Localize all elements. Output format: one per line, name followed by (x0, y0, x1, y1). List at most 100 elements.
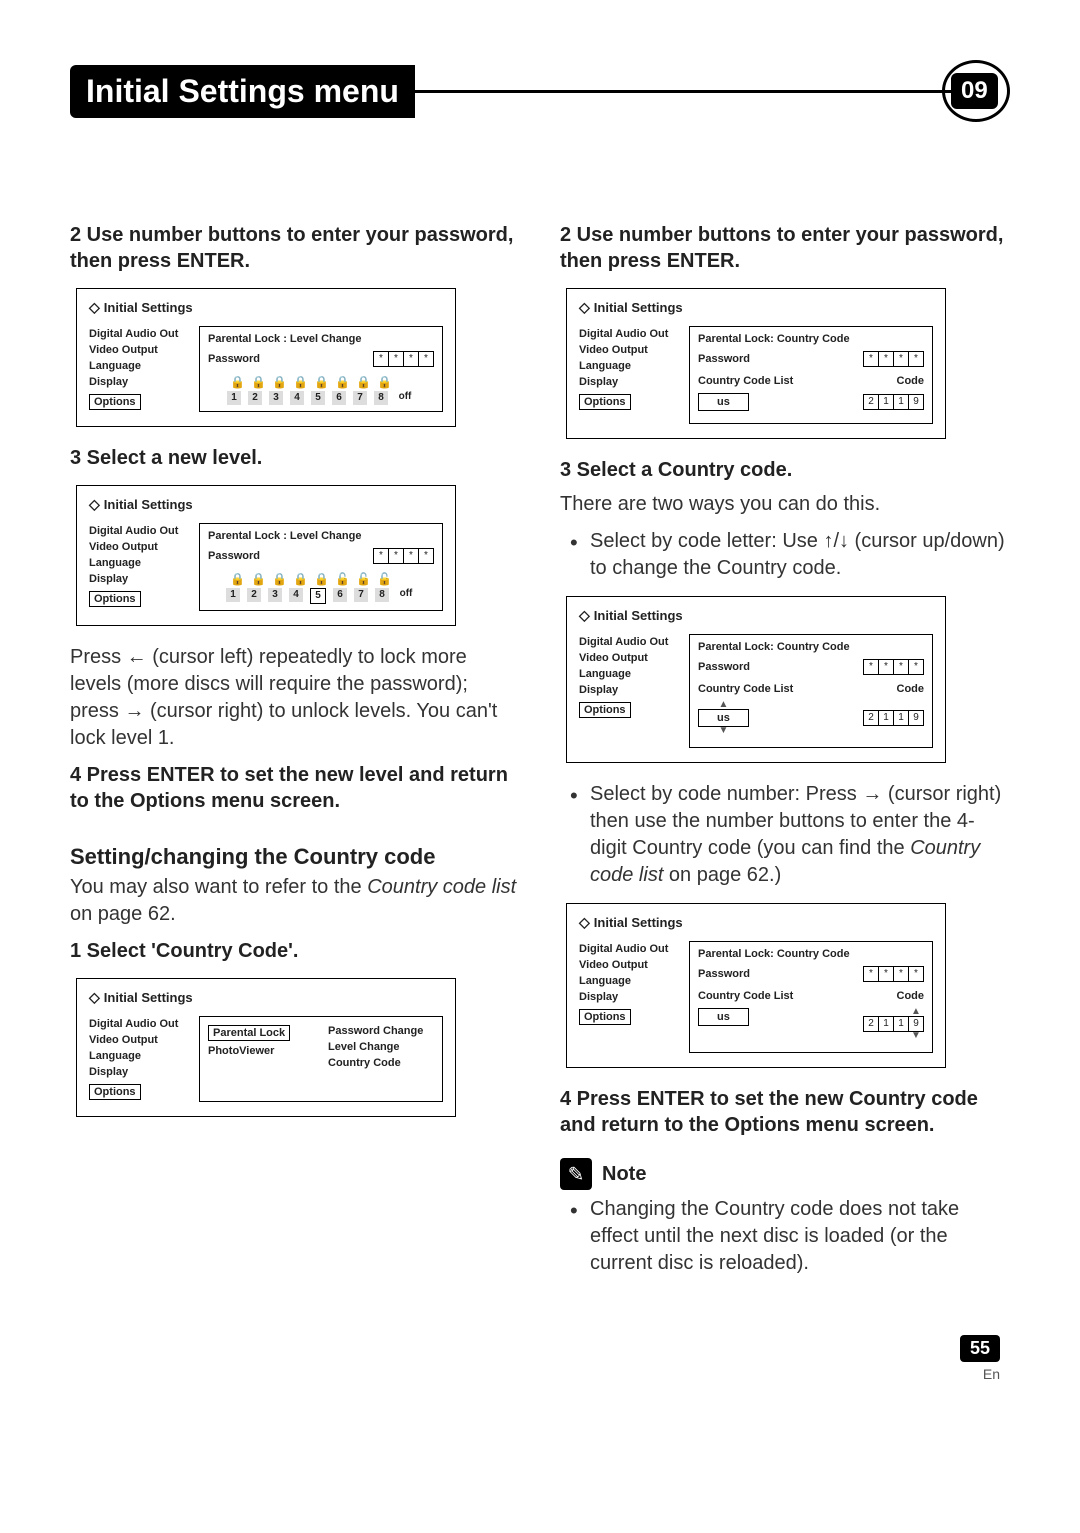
ui-main: Parental Lock : Level Change Password **… (199, 326, 443, 412)
ui-title: Initial Settings (579, 607, 933, 624)
cc-intro: You may also want to refer to the Countr… (70, 874, 520, 928)
lock-icon: 🔒 (272, 572, 286, 586)
lock-icon: 🔒 (251, 572, 265, 586)
sidebar-item: Display (89, 571, 189, 587)
off-label: off (395, 391, 415, 405)
page-title: Initial Settings menu (70, 65, 415, 118)
unlock-icon: 🔓 (377, 572, 391, 586)
cc-value-us: us (698, 1008, 749, 1026)
sidebar-item: Digital Audio Out (579, 326, 679, 342)
sidebar-item: Digital Audio Out (89, 326, 189, 342)
password-boxes: **** (864, 351, 924, 367)
note-label: Note (602, 1163, 646, 1186)
sidebar-item: Language (89, 358, 189, 374)
password-label: Password (208, 550, 260, 562)
opt-country-code: Country Code (328, 1055, 434, 1071)
lock-icon: 🔒 (230, 375, 244, 389)
arrow-up-icon: ▲ (911, 1008, 921, 1016)
right-step3sub: There are two ways you can do this. (560, 491, 1010, 518)
code-label: Code (897, 990, 925, 1002)
sidebar-item: Video Output (579, 650, 679, 666)
password-boxes: **** (374, 548, 434, 564)
password-label: Password (698, 968, 750, 980)
lock-icon: 🔒 (314, 572, 328, 586)
sidebar-item: Digital Audio Out (89, 523, 189, 539)
opt-col2: Password Change Level Change Country Cod… (328, 1023, 434, 1095)
sidebar-item: Language (579, 973, 679, 989)
lock-row: 🔒 🔒 🔒 🔒 🔒 🔓 🔓 🔓 🔒 (208, 572, 434, 586)
bullet2: Select by code number: Press → (cursor r… (590, 781, 1010, 889)
arrow-down-icon: ▼ (911, 1032, 921, 1040)
lock-icon: 🔒 (335, 375, 349, 389)
sidebar-item: Digital Audio Out (579, 634, 679, 650)
ui-title: Initial Settings (579, 914, 933, 931)
left-step4: 4 Press ENTER to set the new level and r… (70, 762, 520, 814)
header-bar: Initial Settings menu 09 (70, 60, 1010, 122)
lock-icon: 🔒 (230, 572, 244, 586)
sidebar-item-options: Options (579, 394, 631, 410)
opt-col1: Parental Lock PhotoViewer (208, 1023, 314, 1095)
code-label: Code (897, 375, 925, 387)
sidebar-item: Language (89, 1048, 189, 1064)
left-stepcc1: 1 Select 'Country Code'. (70, 938, 520, 964)
sidebar-item: Language (89, 555, 189, 571)
opt-photoviewer: PhotoViewer (208, 1043, 314, 1059)
ui-sidebar: Digital Audio Out Video Output Language … (89, 326, 189, 412)
opt-password-change: Password Change (328, 1023, 434, 1039)
sidebar-item-options: Options (579, 1009, 631, 1025)
chapter-circle: 09 (942, 60, 1010, 122)
ui-panel-options: Initial Settings Digital Audio Out Video… (76, 978, 456, 1117)
right-step2: 2 Use number buttons to enter your passw… (560, 222, 1010, 274)
sidebar-item: Language (579, 358, 679, 374)
bullet-list: Select by code letter: Use ↑/↓ (cursor u… (560, 528, 1010, 582)
right-column: 2 Use number buttons to enter your passw… (560, 212, 1010, 1285)
note-text: Changing the Country code does not take … (590, 1196, 1010, 1277)
password-label: Password (208, 353, 260, 365)
page-footer: 55 En (70, 1335, 1010, 1382)
arrow-down-icon: ▼ (718, 727, 728, 735)
sidebar-item: Language (579, 666, 679, 682)
opt-level-change: Level Change (328, 1039, 434, 1055)
lock-icon: 🔒 (314, 375, 328, 389)
sidebar-item: Video Output (89, 1032, 189, 1048)
cc-value-us: us (698, 393, 749, 411)
ui-main-title: Parental Lock: Country Code (698, 641, 924, 653)
ui-title: Initial Settings (579, 299, 933, 316)
left-after3: Press ← (cursor left) repeatedly to lock… (70, 644, 520, 752)
right-step4: 4 Press ENTER to set the new Country cod… (560, 1086, 1010, 1138)
ui-main-title: Parental Lock: Country Code (698, 333, 924, 345)
ui-panel-cc-2: Initial Settings Digital Audio Out Video… (566, 596, 946, 763)
sidebar-item: Display (89, 374, 189, 390)
password-boxes: **** (374, 351, 434, 367)
off-label: off (396, 588, 416, 604)
chapter-number: 09 (951, 73, 998, 109)
sidebar-item: Display (579, 989, 679, 1005)
code-label: Code (897, 683, 925, 695)
opt-parental-lock: Parental Lock (208, 1025, 290, 1041)
bullet-list: Select by code number: Press → (cursor r… (560, 781, 1010, 889)
bullet1: Select by code letter: Use ↑/↓ (cursor u… (590, 528, 1010, 582)
ui-panel-cc-1: Initial Settings Digital Audio Out Video… (566, 288, 946, 439)
sidebar-item: Video Output (89, 342, 189, 358)
section-cc: Setting/changing the Country code (70, 844, 520, 870)
note-list: Changing the Country code does not take … (560, 1196, 1010, 1277)
ui-panel-level-2: Initial Settings Digital Audio Out Video… (76, 485, 456, 626)
ui-title: Initial Settings (89, 496, 443, 513)
sidebar-item: Digital Audio Out (89, 1016, 189, 1032)
ui-main-title: Parental Lock: Country Code (698, 948, 924, 960)
page-lang: En (70, 1366, 1000, 1382)
sidebar-item-options: Options (89, 591, 141, 607)
lock-icon: 🔒 (293, 375, 307, 389)
sidebar-item: Video Output (579, 957, 679, 973)
num-row: 1 2 3 4 5 6 7 8 off (208, 588, 434, 604)
password-label: Password (698, 661, 750, 673)
left-column: 2 Use number buttons to enter your passw… (70, 212, 520, 1285)
header-rule (415, 90, 952, 93)
sidebar-item: Display (579, 682, 679, 698)
lock-icon: 🔒 (377, 375, 391, 389)
sidebar-item: Display (579, 374, 679, 390)
lock-icon: 🔒 (272, 375, 286, 389)
sidebar-item-options: Options (89, 394, 141, 410)
ui-main-title: Parental Lock : Level Change (208, 333, 434, 345)
sidebar-item: Video Output (89, 539, 189, 555)
